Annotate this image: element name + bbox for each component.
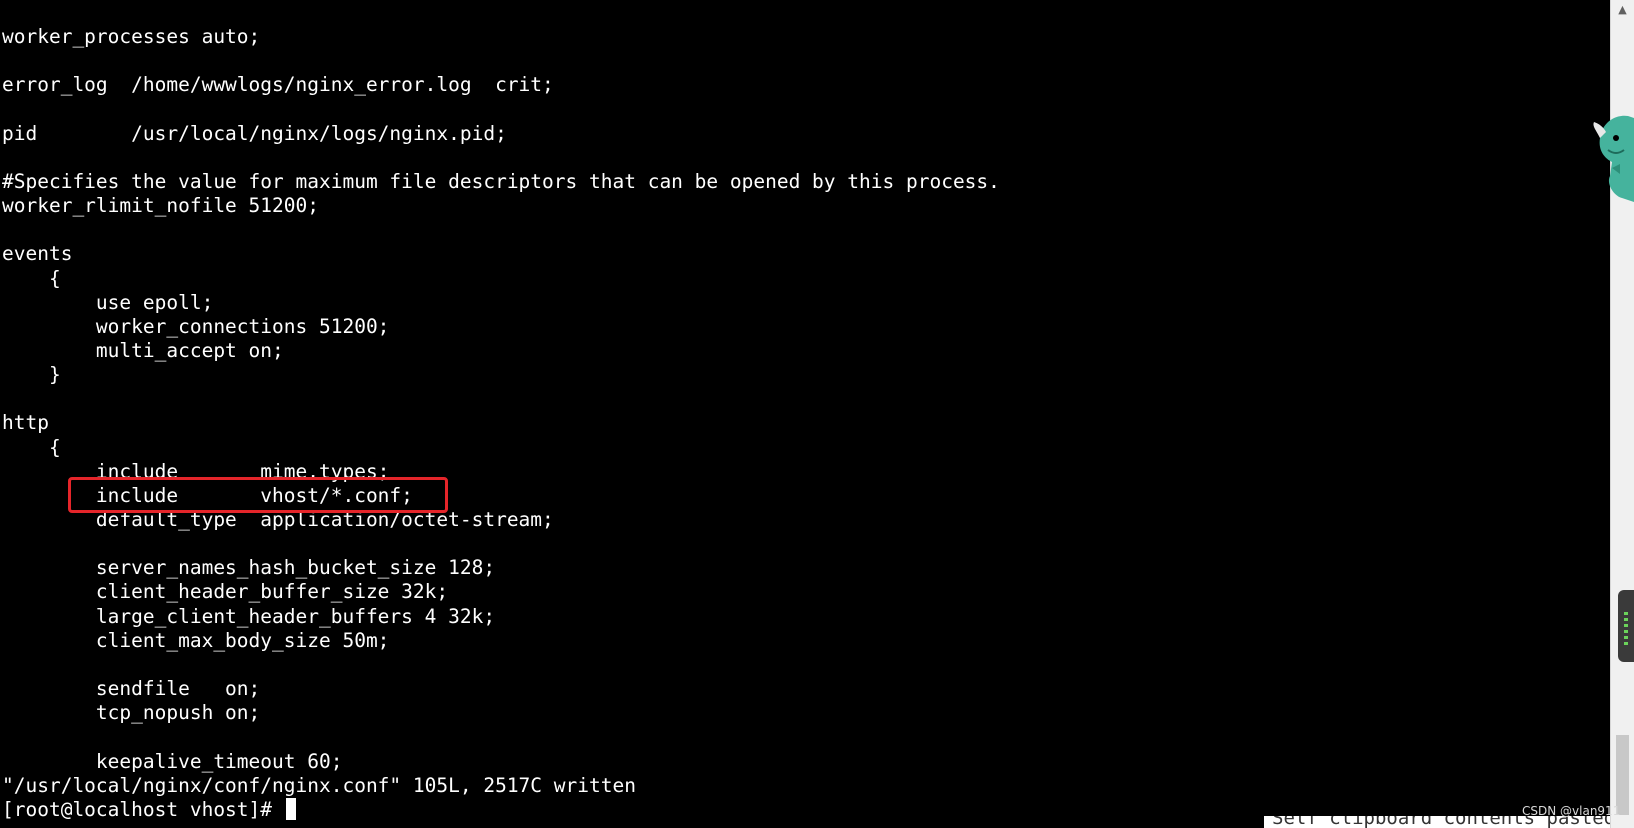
terminal-line: #Specifies the value for maximum file de… xyxy=(2,169,1000,193)
terminal-line: } xyxy=(2,363,61,387)
terminal-line: multi_accept on; xyxy=(2,338,284,362)
scrollbar-thumb[interactable] xyxy=(1616,735,1629,815)
terminal-line: pid /usr/local/nginx/logs/nginx.pid; xyxy=(2,121,507,145)
terminal-line: worker_connections 51200; xyxy=(2,314,390,338)
text-cursor xyxy=(285,797,296,820)
terminal-line: error_log /home/wwwlogs/nginx_error.log … xyxy=(2,73,554,97)
shell-prompt: [root@localhost vhost]# xyxy=(2,797,296,822)
terminal-line: client_max_body_size 50m; xyxy=(2,628,390,652)
terminal-line: worker_rlimit_nofile 51200; xyxy=(2,194,319,218)
terminal-line: tcp_nopush on; xyxy=(2,701,261,725)
terminal-line: { xyxy=(2,266,61,290)
terminal-line: { xyxy=(2,435,61,459)
terminal-line: keepalive_timeout 60; xyxy=(2,749,343,773)
terminal-line: http xyxy=(2,411,49,435)
terminal-output[interactable]: worker_processes auto; error_log /home/ww… xyxy=(0,0,1610,828)
terminal-line: sendfile on; xyxy=(2,677,261,701)
green-dinosaur-mascot-icon[interactable] xyxy=(1590,112,1634,212)
terminal-line: client_header_buffer_size 32k; xyxy=(2,580,449,604)
terminal-line: events xyxy=(2,242,73,266)
terminal-line: use epoll; xyxy=(2,290,214,314)
terminal-line: worker_processes auto; xyxy=(2,25,261,48)
highlight-box xyxy=(68,477,448,513)
watermark: CSDN @vlan911 xyxy=(1522,804,1621,818)
terminal-line: large_client_header_buffers 4 32k; xyxy=(2,604,496,628)
terminal-line: server_names_hash_bucket_size 128; xyxy=(2,556,496,580)
chevron-up-icon[interactable]: ▲ xyxy=(1611,0,1634,20)
side-panel-icon[interactable] xyxy=(1618,590,1634,662)
terminal-line: "/usr/local/nginx/conf/nginx.conf" 105L,… xyxy=(2,773,636,797)
